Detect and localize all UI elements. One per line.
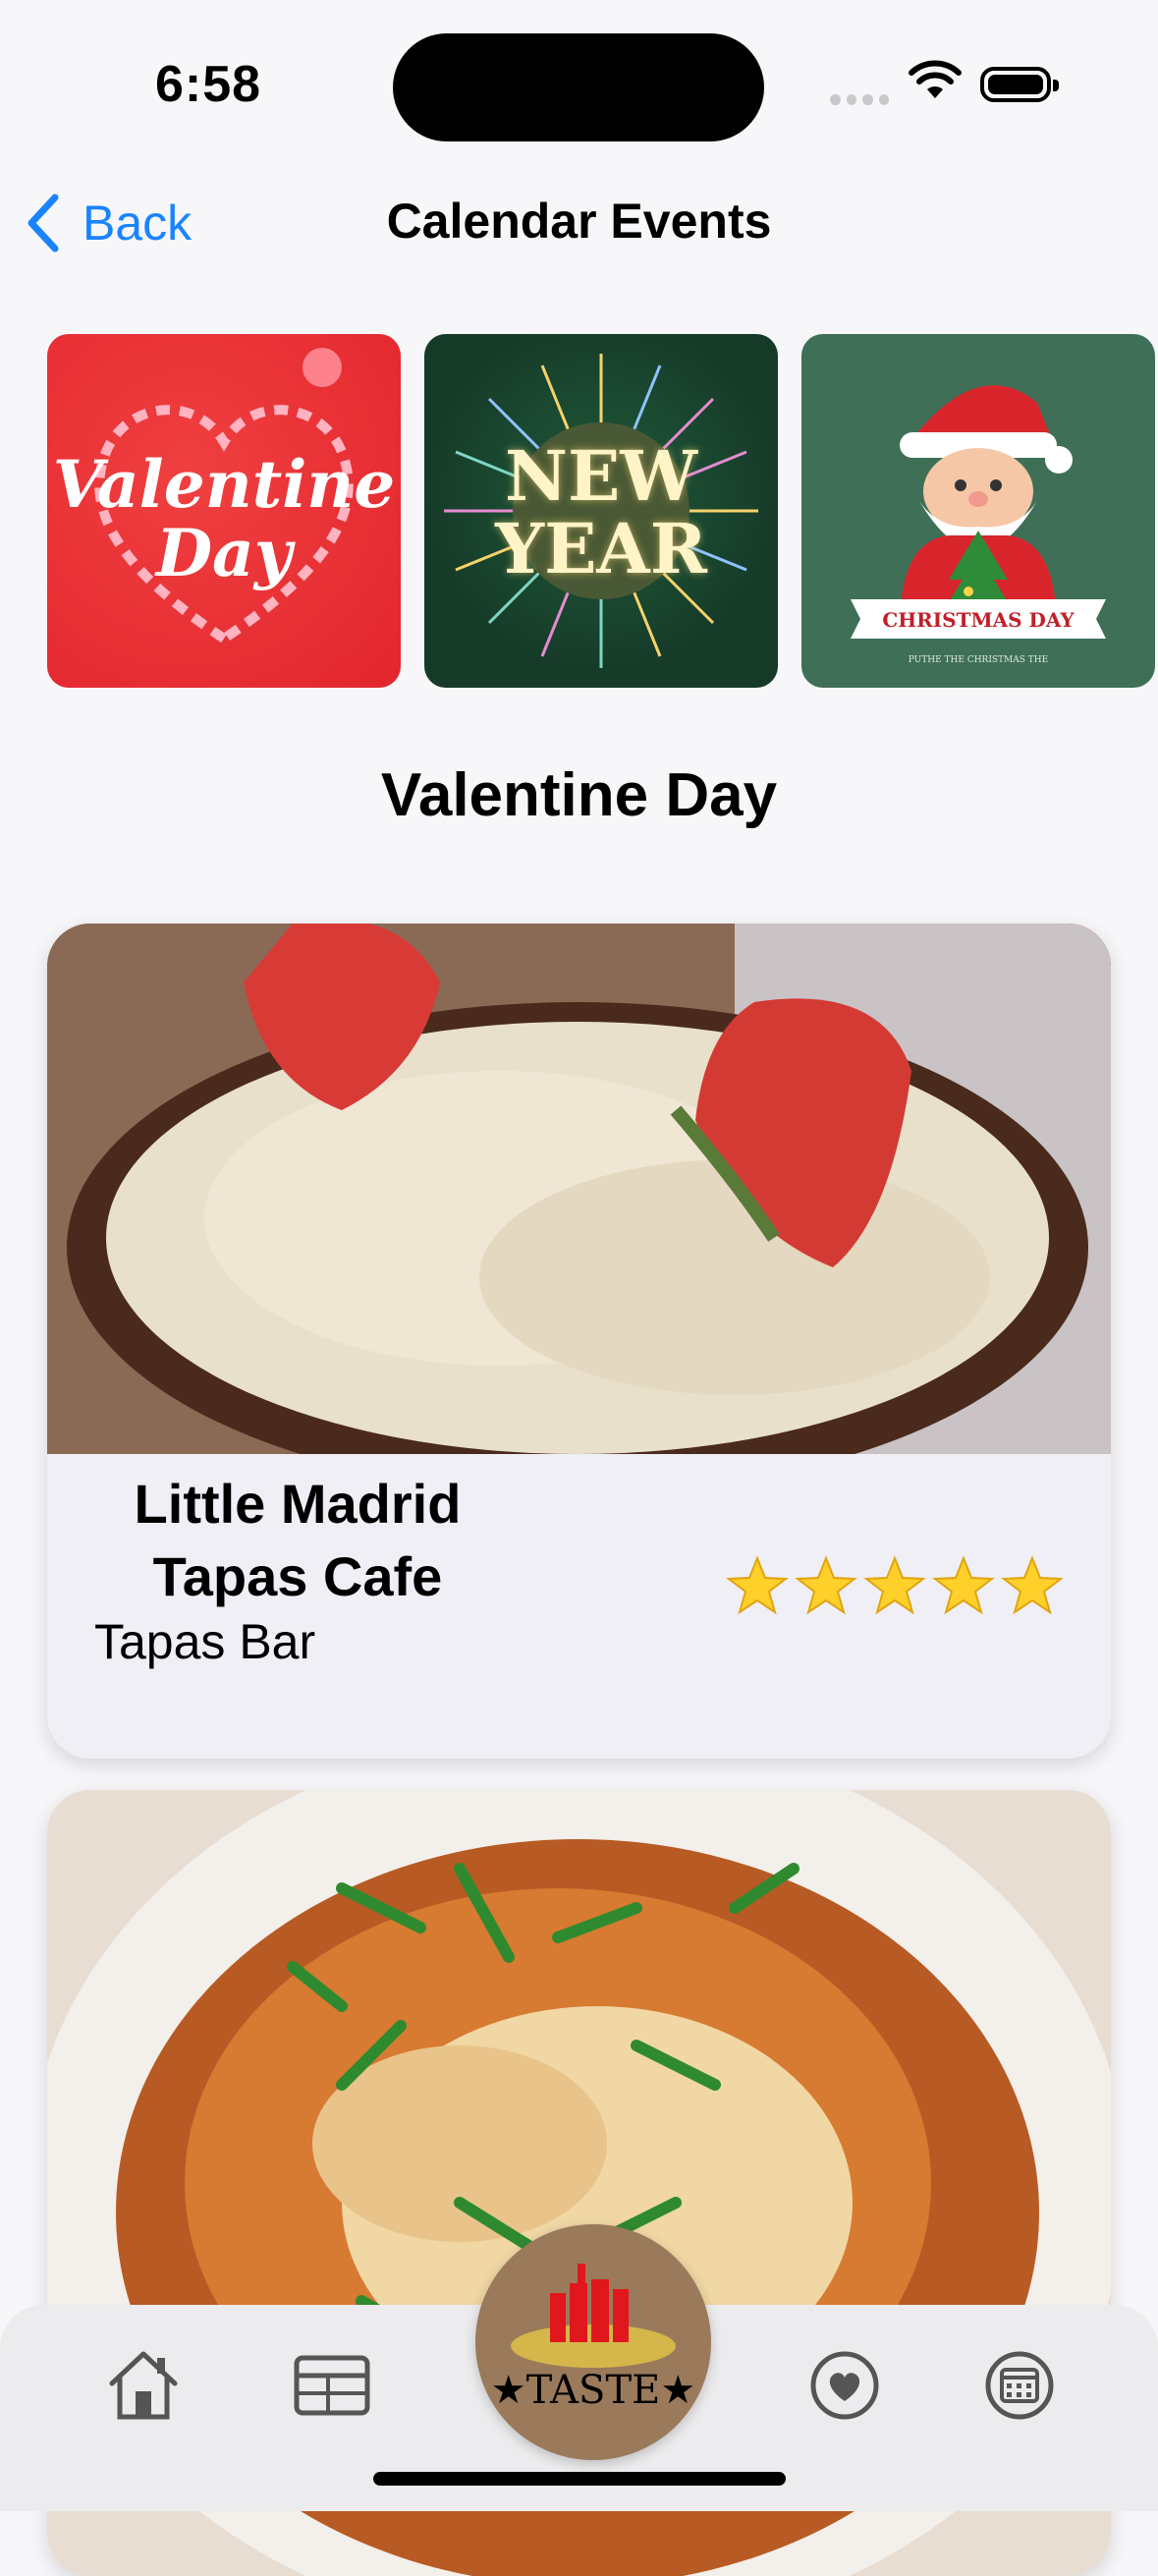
cellular-signal-icon [830, 94, 889, 106]
svg-text:CHRISTMAS DAY: CHRISTMAS DAY [882, 608, 1075, 632]
home-icon[interactable] [102, 2344, 185, 2427]
taste-label: ★TASTE★ [490, 2368, 696, 2413]
valentine-line1: Valentine [52, 446, 396, 523]
restaurant-name-line1: Little Madrid [134, 1473, 462, 1535]
valentine-line2: Day [155, 515, 293, 591]
star-icon [795, 1555, 857, 1615]
event-tile-christmas[interactable]: CHRISTMAS DAY PUTHE THE CHRISTMAS THE [801, 334, 1155, 688]
santa-icon: CHRISTMAS DAY PUTHE THE CHRISTMAS THE [851, 385, 1106, 665]
section-title: Valentine Day [380, 761, 778, 829]
new-year-line1: NEW [505, 435, 697, 517]
star-icon [863, 1555, 926, 1615]
star-icon [932, 1555, 995, 1615]
home-indicator [373, 2472, 786, 2486]
dessert-photo [47, 924, 1111, 1454]
rating-stars [725, 1554, 1065, 1619]
battery-icon [980, 67, 1059, 102]
new-year-line2: YEAR [495, 508, 707, 589]
restaurant-info: Little Madrid Tapas Cafe Tapas Bar [47, 1454, 1111, 1759]
event-tile-valentine[interactable]: Valentine Day [47, 334, 401, 688]
wifi-icon [909, 60, 962, 98]
status-time: 6:58 [155, 56, 262, 113]
taste-logo-button[interactable]: ★TASTE★ [475, 2224, 711, 2460]
star-icon [1001, 1555, 1064, 1615]
restaurant-name: Little Madrid Tapas Cafe [67, 1468, 528, 1613]
restaurant-name-line2: Tapas Cafe [152, 1545, 443, 1607]
event-tile-new-year[interactable]: NEW YEAR [424, 334, 778, 688]
star-icon [726, 1555, 789, 1615]
restaurant-card[interactable]: Little Madrid Tapas Cafe Tapas Bar [47, 924, 1111, 1759]
page-title: Calendar Events [386, 194, 772, 249]
menu-grid-icon[interactable] [291, 2344, 373, 2427]
svg-text:PUTHE THE CHRISTMAS THE: PUTHE THE CHRISTMAS THE [909, 655, 1048, 665]
taste-logo-icon [511, 2264, 676, 2368]
restaurant-type: Tapas Bar [94, 1614, 316, 1669]
dynamic-island [393, 33, 764, 141]
favorites-icon[interactable] [803, 2344, 886, 2427]
calendar-icon[interactable] [978, 2344, 1061, 2427]
